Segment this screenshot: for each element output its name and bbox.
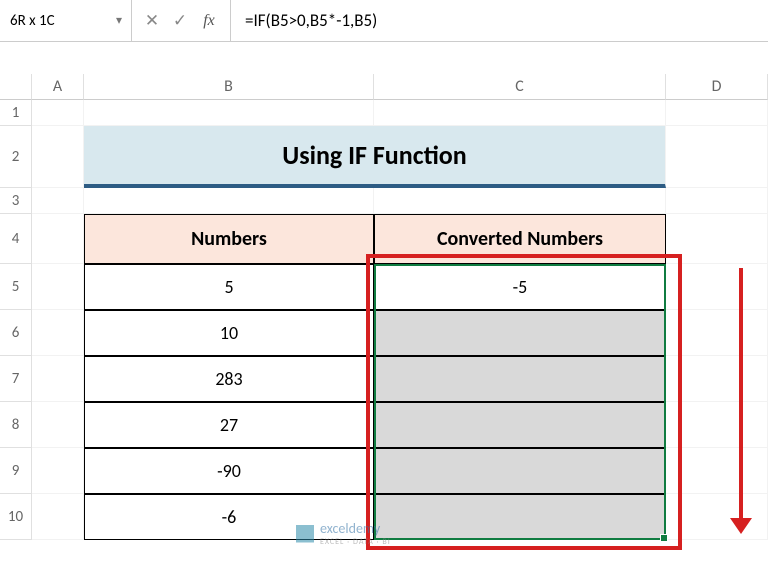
title-cell[interactable]: Using IF Function bbox=[84, 126, 666, 188]
watermark: exceldemy EXCEL · DATA · BI bbox=[296, 520, 391, 547]
name-box[interactable]: 6R x 1C ▾ bbox=[0, 0, 132, 41]
row-6: 6 10 bbox=[0, 310, 768, 356]
watermark-sub: EXCEL · DATA · BI bbox=[320, 537, 391, 547]
row-8: 8 27 bbox=[0, 402, 768, 448]
cell-B5[interactable]: 5 bbox=[84, 264, 374, 310]
cell-B9[interactable]: -90 bbox=[84, 448, 374, 494]
row-9: 9 -90 bbox=[0, 448, 768, 494]
cell-C5[interactable]: -5 bbox=[374, 264, 666, 310]
col-header-A[interactable]: A bbox=[32, 74, 84, 100]
confirm-icon[interactable]: ✓ bbox=[166, 10, 194, 31]
cell-D7[interactable] bbox=[666, 356, 768, 402]
row-header-8[interactable]: 8 bbox=[0, 402, 32, 448]
row-header-5[interactable]: 5 bbox=[0, 264, 32, 310]
cell-B1[interactable] bbox=[84, 100, 374, 126]
row-header-6[interactable]: 6 bbox=[0, 310, 32, 356]
select-all-corner[interactable] bbox=[0, 74, 32, 100]
cancel-icon[interactable]: ✕ bbox=[138, 10, 166, 31]
chevron-down-icon[interactable]: ▾ bbox=[107, 13, 131, 28]
row-header-9[interactable]: 9 bbox=[0, 448, 32, 494]
cell-B6[interactable]: 10 bbox=[84, 310, 374, 356]
cell-A5[interactable] bbox=[32, 264, 84, 310]
cell-D1[interactable] bbox=[666, 100, 768, 126]
cell-A2[interactable] bbox=[32, 126, 84, 188]
annotation-arrow-down bbox=[730, 268, 752, 534]
cell-A6[interactable] bbox=[32, 310, 84, 356]
row-5: 5 5 -5 bbox=[0, 264, 768, 310]
cell-D3[interactable] bbox=[666, 188, 768, 214]
cell-C8[interactable] bbox=[374, 402, 666, 448]
cell-D4[interactable] bbox=[666, 214, 768, 264]
col-header-C[interactable]: C bbox=[374, 74, 666, 100]
row-header-4[interactable]: 4 bbox=[0, 214, 32, 264]
cell-A8[interactable] bbox=[32, 402, 84, 448]
col-header-B[interactable]: B bbox=[84, 74, 374, 100]
cell-A10[interactable] bbox=[32, 494, 84, 540]
name-box-value: 6R x 1C bbox=[0, 12, 107, 30]
row-header-3[interactable]: 3 bbox=[0, 188, 32, 214]
cell-D5[interactable] bbox=[666, 264, 768, 310]
formula-buttons: ✕ ✓ fx bbox=[132, 0, 231, 41]
row-1: 1 bbox=[0, 100, 768, 126]
cell-C9[interactable] bbox=[374, 448, 666, 494]
cell-D2[interactable] bbox=[666, 126, 768, 188]
fx-icon[interactable]: fx bbox=[194, 12, 224, 30]
row-4: 4 Numbers Converted Numbers bbox=[0, 214, 768, 264]
row-7: 7 283 bbox=[0, 356, 768, 402]
row-header-10[interactable]: 10 bbox=[0, 494, 32, 540]
formula-bar: 6R x 1C ▾ ✕ ✓ fx bbox=[0, 0, 768, 42]
cell-A4[interactable] bbox=[32, 214, 84, 264]
col-header-D[interactable]: D bbox=[666, 74, 768, 100]
cell-B3[interactable] bbox=[84, 188, 374, 214]
header-converted[interactable]: Converted Numbers bbox=[374, 214, 666, 264]
cell-A1[interactable] bbox=[32, 100, 84, 126]
row-header-7[interactable]: 7 bbox=[0, 356, 32, 402]
cell-D6[interactable] bbox=[666, 310, 768, 356]
row-header-1[interactable]: 1 bbox=[0, 100, 32, 126]
watermark-icon bbox=[296, 525, 314, 543]
watermark-name: exceldemy bbox=[320, 520, 391, 537]
row-header-2[interactable]: 2 bbox=[0, 126, 32, 188]
spreadsheet-grid: A B C D 1 2 Using IF Function 3 4 Number… bbox=[0, 74, 768, 540]
header-numbers[interactable]: Numbers bbox=[84, 214, 374, 264]
row-2: 2 Using IF Function bbox=[0, 126, 768, 188]
cell-A7[interactable] bbox=[32, 356, 84, 402]
cell-B8[interactable]: 27 bbox=[84, 402, 374, 448]
cell-C3[interactable] bbox=[374, 188, 666, 214]
row-3: 3 bbox=[0, 188, 768, 214]
cell-A9[interactable] bbox=[32, 448, 84, 494]
cell-B7[interactable]: 283 bbox=[84, 356, 374, 402]
cell-D8[interactable] bbox=[666, 402, 768, 448]
cell-C6[interactable] bbox=[374, 310, 666, 356]
cell-D10[interactable] bbox=[666, 494, 768, 540]
cell-C10[interactable] bbox=[374, 494, 666, 540]
formula-input[interactable] bbox=[231, 0, 768, 41]
cell-C7[interactable] bbox=[374, 356, 666, 402]
cell-A3[interactable] bbox=[32, 188, 84, 214]
cell-C1[interactable] bbox=[374, 100, 666, 126]
cell-D9[interactable] bbox=[666, 448, 768, 494]
column-headers: A B C D bbox=[0, 74, 768, 100]
